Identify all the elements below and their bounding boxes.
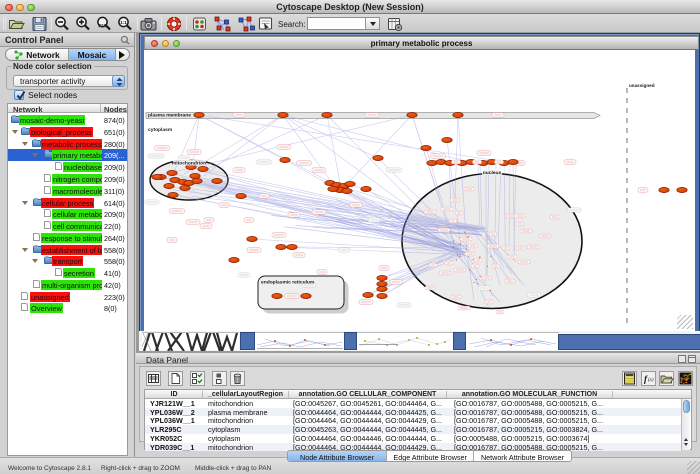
svg-text:mitochondrion: mitochondrion [172,161,206,167]
svg-text:nucleus: nucleus [483,170,502,176]
svg-text:cytoplasm: cytoplasm [148,127,173,133]
svg-text:endoplasmic reticulum: endoplasmic reticulum [261,280,315,286]
svg-text:plasma membrane: plasma membrane [148,113,191,119]
svg-text:1:1: 1:1 [120,20,127,25]
svg-text:unassigned: unassigned [629,83,655,88]
svg-text:(x): (x) [648,378,654,383]
